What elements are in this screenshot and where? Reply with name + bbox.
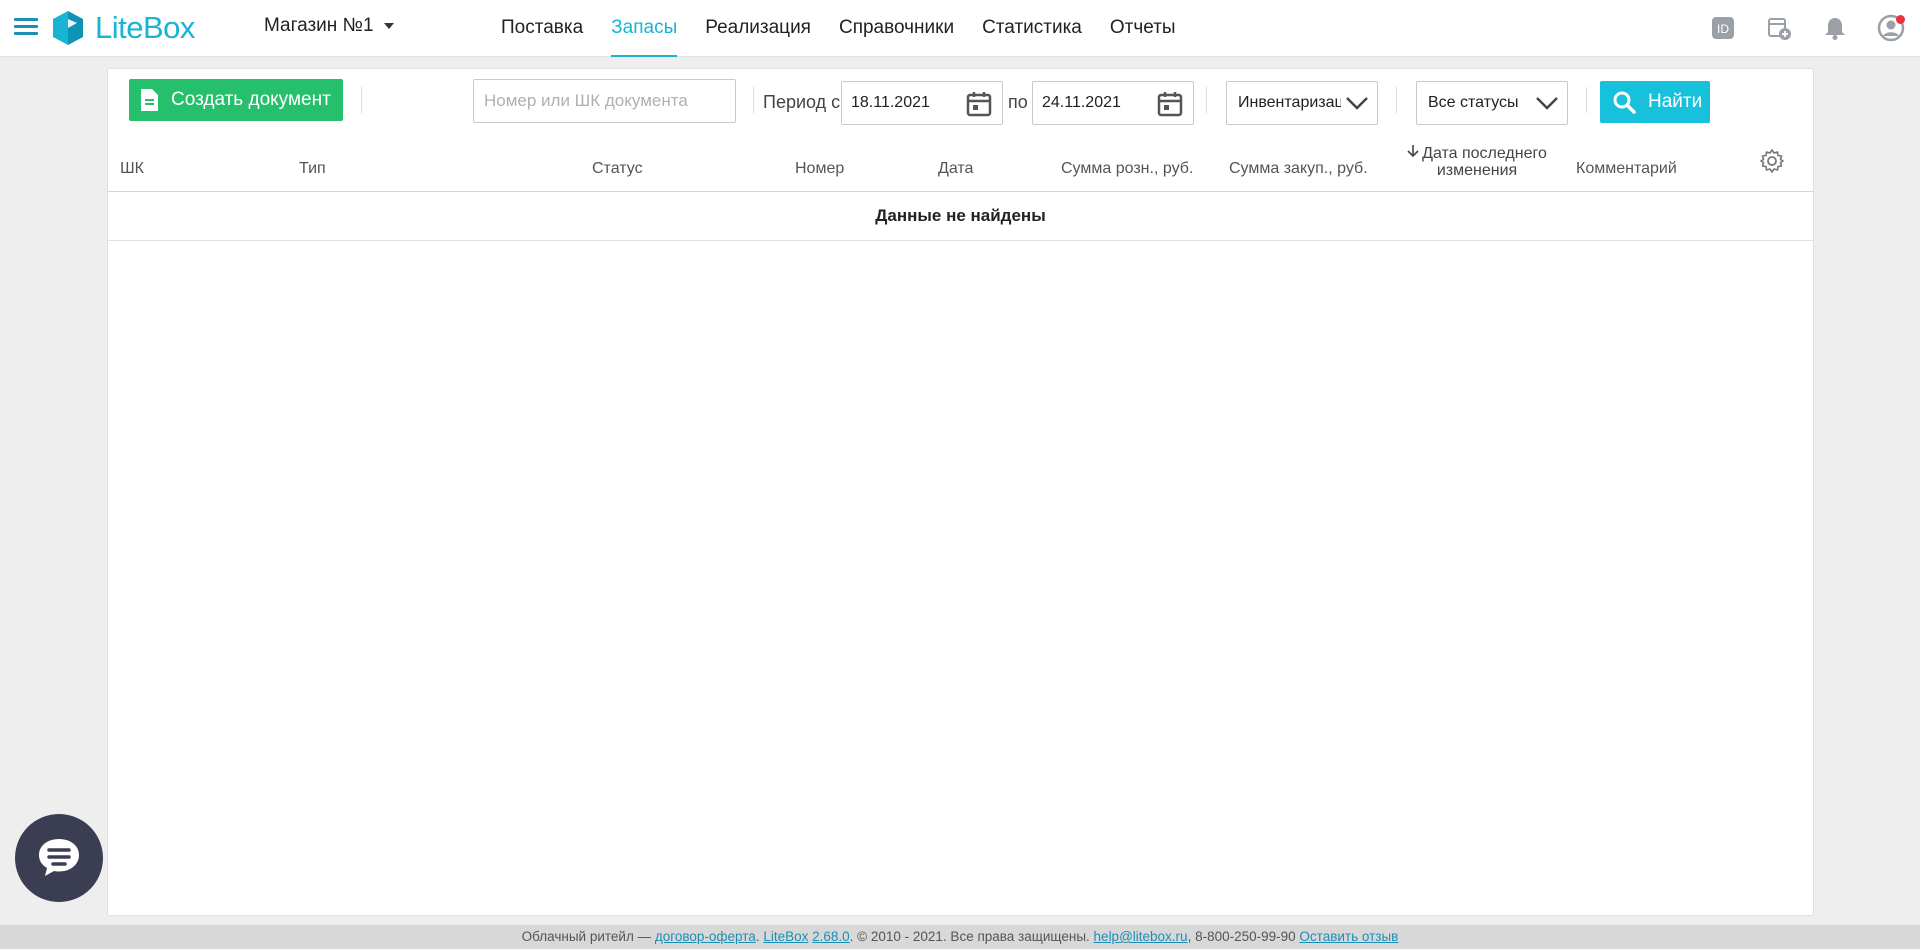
nav-directories[interactable]: Справочники	[825, 0, 968, 57]
status-value: Все статусы	[1428, 94, 1519, 111]
chat-widget-button[interactable]	[15, 814, 103, 902]
search-icon	[1613, 91, 1636, 114]
find-button[interactable]: Найти	[1600, 81, 1710, 123]
offer-link[interactable]: договор-оферта	[655, 929, 756, 944]
col-comment[interactable]: Комментарий	[1576, 160, 1677, 178]
period-to-label: по	[1008, 92, 1028, 112]
status-select[interactable]: Все статусы	[1416, 81, 1568, 125]
toolbar-divider	[753, 87, 754, 113]
date-from-value: 18.11.2021	[851, 94, 930, 111]
toolbar-divider	[1396, 87, 1397, 113]
documents-card: Создать документ Период с 18.11.2021 по …	[107, 68, 1814, 916]
document-search-input[interactable]	[473, 79, 736, 123]
filters-toolbar: Создать документ Период с 18.11.2021 по …	[108, 69, 1813, 139]
col-barcode[interactable]: ШК	[120, 160, 144, 178]
col-purchase-sum[interactable]: Сумма закуп., руб.	[1229, 160, 1368, 178]
feedback-link[interactable]: Оставить отзыв	[1299, 929, 1398, 944]
col-date[interactable]: Дата	[938, 160, 973, 178]
nav-reports[interactable]: Отчеты	[1096, 0, 1190, 57]
bell-icon[interactable]	[1820, 13, 1850, 43]
svg-text:ID: ID	[1717, 22, 1729, 36]
empty-state-row: Данные не найдены	[108, 193, 1813, 241]
store-name: Магазин №1	[264, 15, 374, 36]
toolbar-divider	[1586, 87, 1587, 113]
find-label: Найти	[1648, 91, 1703, 112]
col-last-modified-line1: Дата последнего	[1422, 145, 1547, 162]
document-icon	[141, 89, 158, 111]
user-avatar-icon[interactable]	[1876, 13, 1906, 43]
col-retail-sum[interactable]: Сумма розн., руб.	[1061, 160, 1193, 178]
caret-down-icon	[383, 23, 394, 29]
gear-icon[interactable]	[1759, 148, 1785, 179]
period-from-label: Период с	[763, 92, 841, 112]
create-document-label: Создать документ	[171, 89, 331, 110]
create-document-button[interactable]: Создать документ	[129, 79, 343, 121]
litebox-logo[interactable]: LiteBox	[49, 9, 195, 47]
document-type-select[interactable]: Инвентаризация	[1226, 81, 1378, 125]
id-icon[interactable]: ID	[1708, 13, 1738, 43]
add-cashbox-icon[interactable]	[1764, 13, 1794, 43]
page-footer: Облачный ритейл — договор-оферта. LiteBo…	[0, 925, 1920, 949]
nav-supply[interactable]: Поставка	[487, 0, 597, 57]
col-status[interactable]: Статус	[592, 160, 643, 178]
col-last-modified[interactable]: Дата последнего изменения	[1392, 144, 1562, 179]
chevron-down-icon	[1341, 94, 1369, 117]
date-to-input[interactable]: 24.11.2021	[1032, 81, 1194, 125]
logo-text: LiteBox	[95, 10, 195, 45]
toolbar-divider	[361, 87, 362, 113]
email-link[interactable]: help@litebox.ru	[1094, 929, 1188, 944]
brand-link[interactable]: LiteBox	[763, 929, 808, 944]
footer-text: Облачный ритейл —	[521, 929, 652, 944]
footer-phone: , 8-800-250-99-90	[1187, 929, 1296, 944]
sort-arrow-down-icon	[1407, 144, 1419, 162]
nav-sales[interactable]: Реализация	[691, 0, 825, 57]
col-number[interactable]: Номер	[795, 160, 844, 178]
col-last-modified-line2: изменения	[1436, 162, 1518, 179]
nav-statistics[interactable]: Статистика	[968, 0, 1096, 57]
date-from-input[interactable]: 18.11.2021	[841, 81, 1003, 125]
col-type[interactable]: Тип	[299, 160, 326, 178]
chat-icon	[39, 839, 79, 876]
version-link[interactable]: 2.68.0	[812, 929, 850, 944]
chevron-down-icon	[1531, 94, 1559, 117]
menu-icon[interactable]	[14, 18, 38, 38]
toolbar-divider	[1206, 87, 1207, 113]
top-header: LiteBox Магазин №1 Поставка Запасы Реали…	[0, 0, 1920, 57]
calendar-icon[interactable]	[1157, 91, 1183, 122]
main-nav: Поставка Запасы Реализация Справочники С…	[487, 0, 1190, 57]
date-to-value: 24.11.2021	[1042, 94, 1121, 111]
calendar-icon[interactable]	[966, 91, 992, 122]
nav-stock[interactable]: Запасы	[597, 0, 691, 57]
footer-copyright: . © 2010 - 2021. Все права защищены.	[849, 929, 1090, 944]
header-icons: ID	[1708, 13, 1906, 43]
notification-dot	[1896, 15, 1905, 24]
store-selector[interactable]: Магазин №1	[264, 15, 394, 37]
litebox-logo-icon	[53, 11, 83, 45]
